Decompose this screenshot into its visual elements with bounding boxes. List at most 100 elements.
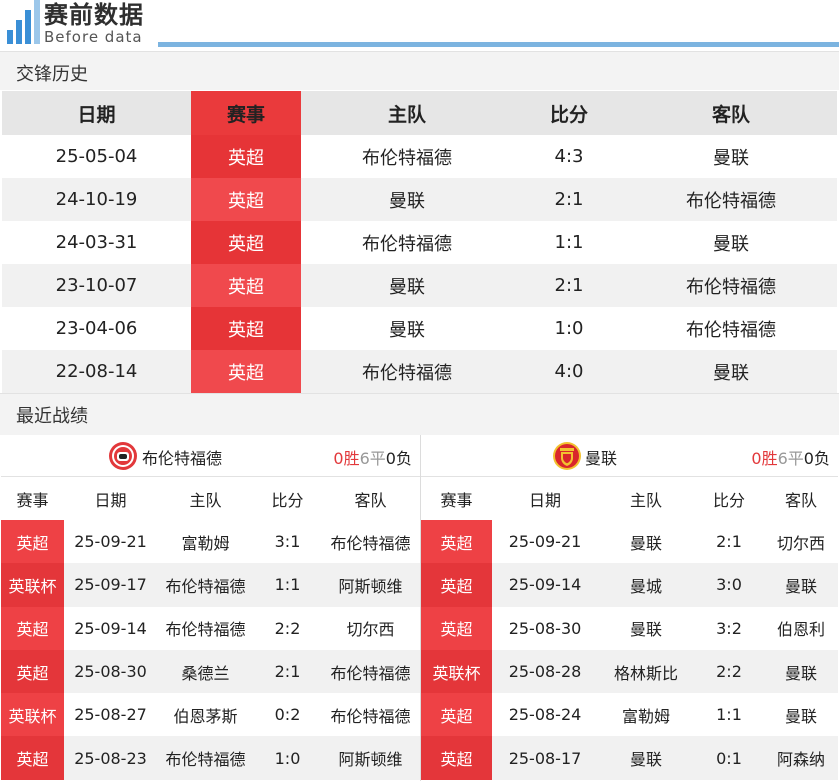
wins-count: 0 xyxy=(333,449,344,468)
home-team: 布伦特福德 xyxy=(165,750,246,770)
col-header-score: 比分 xyxy=(271,490,304,510)
table-row[interactable]: 22-08-14 英超 布伦特福德 4:0 曼联 xyxy=(2,350,837,393)
col-header-competition: 赛事 xyxy=(16,490,49,510)
match-date: 25-08-24 xyxy=(508,705,582,725)
match-score: 3:1 xyxy=(274,532,301,552)
table-row[interactable]: 英超 25-08-30 曼联 3:2 伯恩利 xyxy=(421,606,838,650)
col-header-away: 客队 xyxy=(784,490,817,510)
away-team: 曼联 xyxy=(713,233,749,255)
col-header-competition: 赛事 xyxy=(191,91,301,135)
wins-count: 0 xyxy=(751,449,762,468)
competition-badge: 英超 xyxy=(191,307,301,350)
col-header-home: 主队 xyxy=(629,490,662,510)
match-score: 2:1 xyxy=(554,275,584,296)
table-row[interactable]: 英超 25-08-24 富勒姆 1:1 曼联 xyxy=(421,693,838,737)
match-score: 0:2 xyxy=(274,705,301,725)
form-record: 0胜6平0负 xyxy=(751,445,830,469)
match-score: 2:2 xyxy=(274,618,301,638)
home-team: 布伦特福德 xyxy=(362,233,452,255)
table-row[interactable]: 英超 25-09-21 曼联 2:1 切尔西 xyxy=(421,520,838,564)
home-team: 曼联 xyxy=(629,620,662,640)
home-team: 富勒姆 xyxy=(181,533,230,553)
table-row[interactable]: 23-04-06 英超 曼联 1:0 布伦特福德 xyxy=(2,307,837,350)
form-rows: 英超 25-09-21 富勒姆 3:1 布伦特福德 英联杯 25-09-17 布… xyxy=(1,520,420,780)
match-score: 3:2 xyxy=(716,618,742,638)
table-row[interactable]: 英超 25-08-23 布伦特福德 1:0 阿斯顿维 xyxy=(1,736,420,780)
competition-badge: 英超 xyxy=(421,606,492,650)
losses-count: 0 xyxy=(385,449,396,468)
losses-label: 负 xyxy=(395,449,412,468)
wins-label: 胜 xyxy=(343,449,360,468)
table-row[interactable]: 英超 25-09-14 布伦特福德 2:2 切尔西 xyxy=(1,606,420,650)
away-team: 布伦特福德 xyxy=(686,319,776,341)
away-team: 曼联 xyxy=(713,147,749,169)
col-header-home: 主队 xyxy=(387,103,426,126)
match-date: 25-09-21 xyxy=(508,532,582,552)
wins-label: 胜 xyxy=(761,449,778,468)
match-score: 2:1 xyxy=(716,532,742,552)
draws-count: 6 xyxy=(777,449,788,468)
table-row[interactable]: 英联杯 25-09-17 布伦特福德 1:1 阿斯顿维 xyxy=(1,563,420,607)
page-header: 赛前数据 Before data xyxy=(0,0,839,50)
col-header-date: 日期 xyxy=(528,490,561,510)
table-row[interactable]: 25-05-04 英超 布伦特福德 4:3 曼联 xyxy=(2,135,837,178)
table-row[interactable]: 英超 25-09-14 曼城 3:0 曼联 xyxy=(421,563,838,607)
home-team: 伯恩茅斯 xyxy=(173,706,238,726)
team-bar: 曼联 0胜6平0负 xyxy=(421,435,838,477)
away-team: 布伦特福德 xyxy=(686,276,776,298)
match-score: 2:1 xyxy=(274,662,301,682)
away-team: 阿斯顿维 xyxy=(338,576,403,596)
manutd-crest-icon xyxy=(553,442,581,470)
away-team: 阿森纳 xyxy=(776,750,825,770)
recent-form-panel-away: 曼联 0胜6平0负 赛事 日期 主队 比分 客队 英超 25-09-21 曼联 … xyxy=(421,435,838,780)
team-name: 曼联 xyxy=(585,449,618,468)
draws-count: 6 xyxy=(359,449,370,468)
form-record: 0胜6平0负 xyxy=(333,445,412,469)
table-row[interactable]: 24-03-31 英超 布伦特福德 1:1 曼联 xyxy=(2,221,837,264)
competition-badge: 英超 xyxy=(421,693,492,737)
table-row[interactable]: 24-10-19 英超 曼联 2:1 布伦特福德 xyxy=(2,178,837,221)
match-score: 1:1 xyxy=(716,705,742,725)
home-team: 曼联 xyxy=(389,276,425,298)
match-date: 24-10-19 xyxy=(55,189,138,210)
h2h-section-bar: 交锋历史 xyxy=(0,51,839,90)
competition-badge: 英超 xyxy=(191,135,301,178)
form-rows: 英超 25-09-21 曼联 2:1 切尔西 英超 25-09-14 曼城 3:… xyxy=(421,520,838,780)
col-header-away: 客队 xyxy=(711,103,750,126)
match-score: 4:3 xyxy=(554,146,584,167)
competition-badge: 英超 xyxy=(191,264,301,307)
draws-label: 平 xyxy=(787,449,804,468)
home-team: 布伦特福德 xyxy=(362,362,452,384)
recent-section-title: 最近战绩 xyxy=(16,406,88,427)
table-row[interactable]: 英超 25-09-21 富勒姆 3:1 布伦特福德 xyxy=(1,520,420,564)
home-team: 富勒姆 xyxy=(621,706,670,726)
h2h-table-header: 日期 赛事 主队 比分 客队 xyxy=(2,91,837,135)
h2h-table: 日期 赛事 主队 比分 客队 25-05-04 英超 布伦特福德 4:3 曼联 … xyxy=(2,91,837,393)
logo-subtitle: Before data xyxy=(44,28,143,46)
form-table-header: 赛事 日期 主队 比分 客队 xyxy=(1,477,420,520)
competition-badge: 英超 xyxy=(191,350,301,393)
recent-form-panel-home: 布伦特福德 0胜6平0负 赛事 日期 主队 比分 客队 英超 25-09-21 … xyxy=(1,435,420,780)
match-score: 1:1 xyxy=(274,575,301,595)
match-date: 22-08-14 xyxy=(55,361,138,382)
match-date: 25-08-30 xyxy=(74,662,147,682)
match-date: 25-08-28 xyxy=(508,662,582,682)
table-row[interactable]: 英超 25-08-17 曼联 0:1 阿森纳 xyxy=(421,736,838,780)
match-date: 25-09-17 xyxy=(74,575,147,595)
table-row[interactable]: 英联杯 25-08-27 伯恩茅斯 0:2 布伦特福德 xyxy=(1,693,420,737)
col-header-date: 日期 xyxy=(94,490,127,510)
competition-badge: 英超 xyxy=(1,736,64,780)
table-row[interactable]: 23-10-07 英超 曼联 2:1 布伦特福德 xyxy=(2,264,837,307)
col-header-competition: 赛事 xyxy=(440,490,473,510)
table-row[interactable]: 英超 25-08-30 桑德兰 2:1 布伦特福德 xyxy=(1,649,420,694)
match-date: 25-08-27 xyxy=(74,705,147,725)
match-score: 2:1 xyxy=(554,189,584,210)
col-header-date: 日期 xyxy=(77,103,116,126)
home-team: 曼联 xyxy=(389,319,425,341)
col-header-score: 比分 xyxy=(549,103,588,126)
competition-badge: 英联杯 xyxy=(421,649,492,694)
table-row[interactable]: 英联杯 25-08-28 格林斯比 2:2 曼联 xyxy=(421,649,838,694)
match-date: 25-09-14 xyxy=(74,618,147,638)
match-date: 25-05-04 xyxy=(55,146,138,167)
match-score: 4:0 xyxy=(554,361,584,382)
